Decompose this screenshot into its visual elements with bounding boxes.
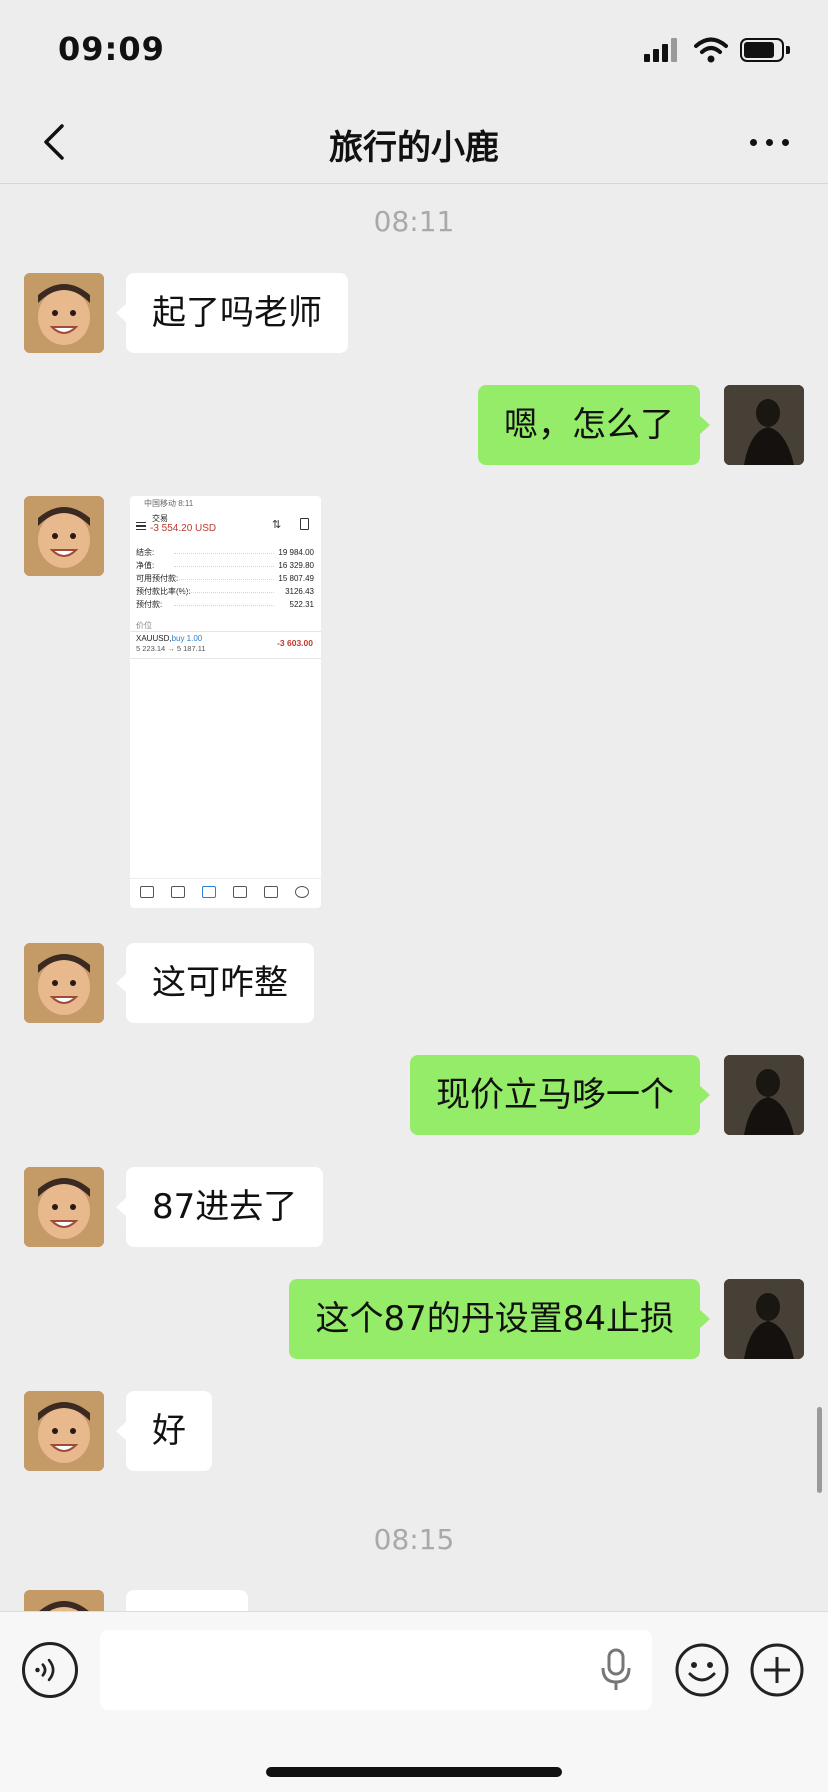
message-bubble-outgoing[interactable]: 嗯，怎么了 bbox=[478, 385, 710, 465]
message-bubble-incoming[interactable]: 87进去了 bbox=[115, 1167, 324, 1247]
contact-avatar[interactable] bbox=[24, 1391, 104, 1471]
message-bubble-incoming[interactable]: 起了吗老师 bbox=[116, 273, 348, 353]
contact-avatar[interactable] bbox=[24, 1167, 104, 1247]
message-bubble-incoming[interactable] bbox=[126, 1590, 248, 1611]
message-bubble-incoming[interactable]: 好 bbox=[116, 1391, 212, 1471]
summary-row: 可用预付款: 15 807.49 bbox=[136, 574, 314, 583]
input-bar bbox=[0, 1611, 828, 1792]
user-avatar[interactable] bbox=[724, 1279, 804, 1359]
contact-avatar[interactable] bbox=[24, 496, 104, 576]
summary-row: 预付款: 522.31 bbox=[136, 600, 314, 609]
voice-icon[interactable] bbox=[22, 1642, 78, 1698]
microphone-icon[interactable] bbox=[596, 1646, 636, 1694]
status-icons bbox=[644, 36, 794, 66]
status-time: 09:09 bbox=[58, 30, 165, 68]
chart-icon bbox=[171, 886, 185, 898]
divider bbox=[130, 631, 321, 632]
menu-icon bbox=[136, 522, 146, 530]
user-avatar[interactable] bbox=[724, 385, 804, 465]
message-timestamp: 08:15 bbox=[373, 1523, 455, 1556]
quotes-icon bbox=[140, 886, 154, 898]
user-avatar[interactable] bbox=[724, 1055, 804, 1135]
contact-avatar[interactable] bbox=[24, 1590, 104, 1611]
chat-messages[interactable]: 08:11 起了吗老师 嗯，怎么了 中国移动 8:11 交易 -3 554.20… bbox=[0, 185, 828, 1611]
message-bubble-outgoing[interactable]: 现价立马哆一个 bbox=[410, 1055, 710, 1135]
position-symbol: XAUUSD,buy 1.00 bbox=[136, 634, 203, 643]
contact-avatar[interactable] bbox=[24, 943, 104, 1023]
trade-icon bbox=[202, 886, 216, 898]
chat-header: 旅行的小鹿 bbox=[0, 100, 828, 184]
image-message[interactable]: 中国移动 8:11 交易 -3 554.20 USD ⇅ 结余: 19 984.0… bbox=[130, 496, 321, 908]
message-bubble-incoming[interactable]: 这可咋整 bbox=[116, 943, 314, 1023]
summary-row: 预付款比率(%): 3126.43 bbox=[136, 587, 314, 596]
message-bubble-outgoing[interactable]: 这个87的丹设置84止损 bbox=[289, 1279, 710, 1359]
sort-icon: ⇅ bbox=[272, 519, 282, 531]
cellular-signal-icon bbox=[644, 38, 680, 62]
position-profit-loss: -3 603.00 bbox=[277, 638, 313, 648]
status-bar: 09:09 bbox=[0, 0, 828, 100]
history-icon bbox=[233, 886, 247, 898]
news-icon bbox=[264, 886, 278, 898]
message-timestamp: 08:11 bbox=[373, 205, 455, 238]
home-indicator bbox=[266, 1767, 562, 1777]
more-dots-icon[interactable] bbox=[746, 124, 794, 160]
image-tab-bar bbox=[130, 878, 321, 908]
summary-row: 结余: 19 984.00 bbox=[136, 548, 314, 557]
positions-section-label: 价位 bbox=[136, 621, 152, 630]
chat-icon bbox=[295, 886, 309, 898]
battery-icon bbox=[740, 38, 790, 62]
contact-avatar[interactable] bbox=[24, 273, 104, 353]
position-prices: 5 223.14 → 5 187.11 bbox=[136, 644, 206, 653]
summary-row: 净值: 16 329.80 bbox=[136, 561, 314, 570]
divider bbox=[130, 658, 321, 659]
document-icon bbox=[300, 518, 309, 530]
image-status-time: 中国移动 8:11 bbox=[144, 499, 194, 508]
scrollbar[interactable] bbox=[817, 1407, 822, 1493]
chat-title: 旅行的小鹿 bbox=[329, 128, 499, 168]
emoji-icon[interactable] bbox=[674, 1642, 730, 1698]
account-summary: 结余: 19 984.00 净值: 16 329.80 可用预付款: 15 807.4… bbox=[136, 546, 314, 611]
wifi-icon bbox=[694, 37, 728, 63]
message-input[interactable] bbox=[100, 1630, 652, 1710]
plus-icon[interactable] bbox=[749, 1642, 805, 1698]
image-balance: -3 554.20 USD bbox=[150, 523, 217, 534]
